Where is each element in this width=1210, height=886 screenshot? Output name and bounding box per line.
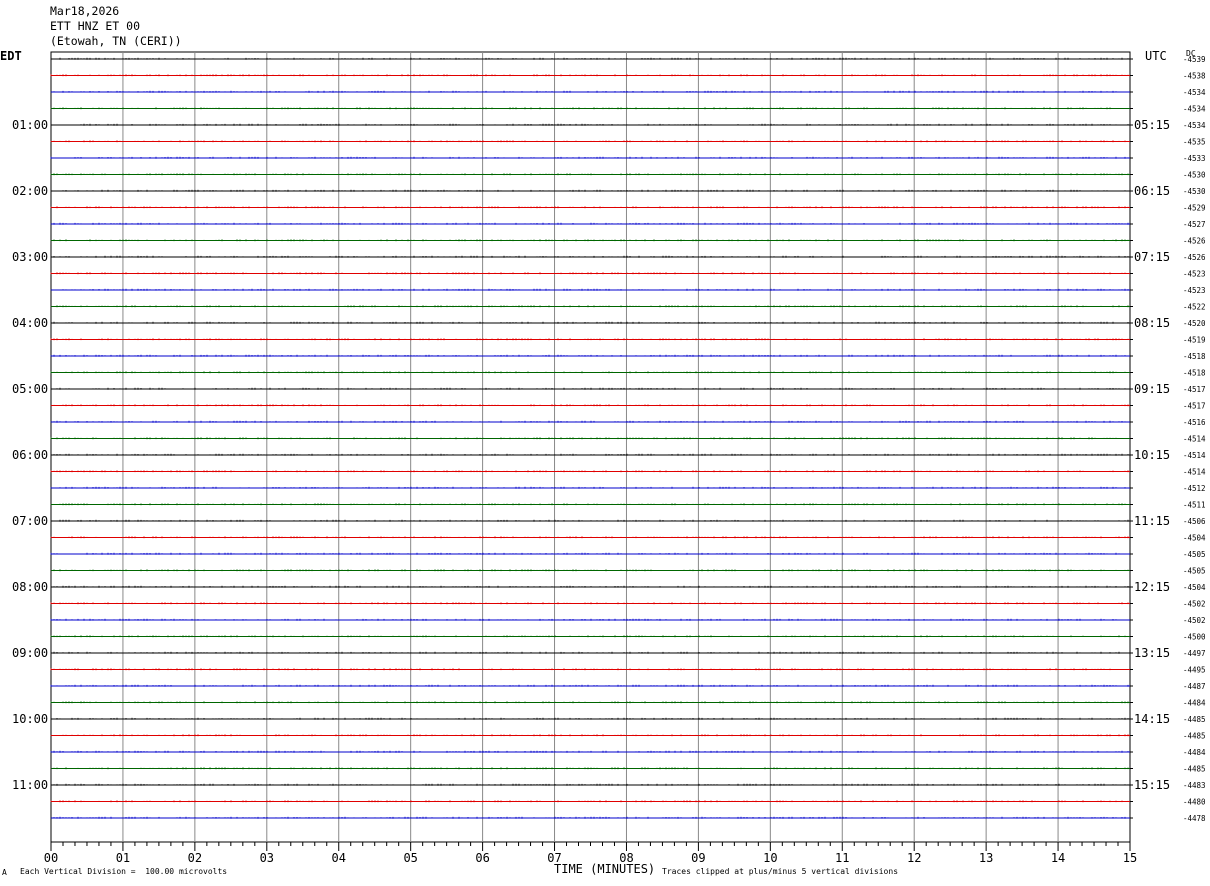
right-hour-label: 12:15	[1134, 580, 1170, 594]
right-hour-label: 05:15	[1134, 118, 1170, 132]
x-tick-label: 01	[116, 851, 130, 865]
x-tick-label: 12	[907, 851, 921, 865]
x-tick-label: 09	[691, 851, 705, 865]
dc-offset-label: -4534	[1183, 121, 1206, 130]
right-hour-label: 07:15	[1134, 250, 1170, 264]
dc-offset-label: -4485	[1183, 732, 1206, 741]
dc-offset-label: -4516	[1183, 418, 1206, 427]
helicorder-plot: -4539 -4538 -4534 -4534 -4534 -4535 -4533 -4530…	[12, 51, 1206, 865]
x-tick-label: 05	[403, 851, 417, 865]
dc-offset-label: -4533	[1183, 154, 1206, 163]
dc-offset-label: -4519	[1183, 336, 1206, 345]
right-hour-label: 14:15	[1134, 712, 1170, 726]
dc-offset-label: -4517	[1183, 402, 1206, 411]
dc-offset-label: -4530	[1183, 187, 1206, 196]
corner-mark: A	[2, 868, 7, 877]
dc-offset-label: -4523	[1183, 286, 1206, 295]
dc-offset-label: -4483	[1183, 781, 1206, 790]
dc-offset-label: -4504	[1183, 534, 1206, 543]
dc-offset-label: -4518	[1183, 352, 1206, 361]
left-hour-label: 08:00	[12, 580, 48, 594]
dc-offset-label: -4518	[1183, 369, 1206, 378]
dc-offset-label: -4534	[1183, 105, 1206, 114]
x-tick-label: 11	[835, 851, 849, 865]
dc-offset-label: -4500	[1183, 633, 1206, 642]
dc-offset-label: -4484	[1183, 748, 1206, 757]
dc-offset-label: -4526	[1183, 237, 1206, 246]
dc-offset-label: -4502	[1183, 600, 1206, 609]
x-tick-label: 15	[1123, 851, 1137, 865]
left-hour-label: 09:00	[12, 646, 48, 660]
clip-note: Traces clipped at plus/minus 5 vertical …	[662, 867, 899, 876]
dc-offset-label: -4478	[1183, 814, 1206, 823]
dc-offset-label: -4530	[1183, 171, 1206, 180]
dc-offset-label: -4505	[1183, 567, 1206, 576]
x-tick-label: 03	[260, 851, 274, 865]
dc-offset-label: -4484	[1183, 699, 1206, 708]
dc-offset-label: -4495	[1183, 666, 1206, 675]
left-hour-label: 06:00	[12, 448, 48, 462]
dc-offset-label: -4497	[1183, 649, 1206, 658]
right-hour-label: 08:15	[1134, 316, 1170, 330]
dc-offset-label: -4502	[1183, 616, 1206, 625]
right-hour-label: 13:15	[1134, 646, 1170, 660]
dc-offset-label: -4512	[1183, 484, 1206, 493]
x-tick-label: 00	[44, 851, 58, 865]
right-hour-label: 09:15	[1134, 382, 1170, 396]
dc-offset-label: -4505	[1183, 550, 1206, 559]
left-hour-label: 07:00	[12, 514, 48, 528]
dc-offset-label: -4522	[1183, 303, 1206, 312]
x-tick-label: 10	[763, 851, 777, 865]
dc-offset-label: -4529	[1183, 204, 1206, 213]
dc-offset-label: -4517	[1183, 385, 1206, 394]
dc-offset-label: -4514	[1183, 468, 1206, 477]
x-axis-title: TIME (MINUTES)	[554, 862, 656, 876]
dc-offset-label: -4514	[1183, 451, 1206, 460]
right-hour-label: 06:15	[1134, 184, 1170, 198]
dc-offset-label: -4506	[1183, 517, 1206, 526]
dc-offset-label: -4485	[1183, 715, 1206, 724]
scale-note: Each Vertical Division = 100.00 microvol…	[20, 867, 228, 876]
dc-offset-label: -4538	[1183, 72, 1206, 81]
plot-frame	[50, 51, 1131, 843]
left-hour-label: 03:00	[12, 250, 48, 264]
right-hour-label: 11:15	[1134, 514, 1170, 528]
dc-offset-label: -4504	[1183, 583, 1206, 592]
dc-offset-label: -4480	[1183, 798, 1206, 807]
dc-offset-label: -4535	[1183, 138, 1206, 147]
dc-offset-label: -4520	[1183, 319, 1206, 328]
left-hour-label: 11:00	[12, 778, 48, 792]
dc-offset-label: -4523	[1183, 270, 1206, 279]
x-tick-label: 13	[979, 851, 993, 865]
x-tick-label: 02	[188, 851, 202, 865]
dc-offset-label: -4527	[1183, 220, 1206, 229]
right-hour-label: 15:15	[1134, 778, 1170, 792]
dc-offset-label: -4526	[1183, 253, 1206, 262]
dc-offset-label: -4514	[1183, 435, 1206, 444]
left-hour-label: 02:00	[12, 184, 48, 198]
left-hour-label: 10:00	[12, 712, 48, 726]
dc-offset-label: -4485	[1183, 765, 1206, 774]
dc-offset-label: -4539	[1183, 55, 1206, 64]
dc-offset-label: -4534	[1183, 88, 1206, 97]
x-tick-label: 04	[332, 851, 346, 865]
left-hour-label: 05:00	[12, 382, 48, 396]
right-hour-label: 10:15	[1134, 448, 1170, 462]
left-hour-label: 04:00	[12, 316, 48, 330]
x-tick-label: 14	[1051, 851, 1065, 865]
dc-offset-label: -4511	[1183, 501, 1206, 510]
left-hour-label: 01:00	[12, 118, 48, 132]
dc-offset-label: -4487	[1183, 682, 1206, 691]
x-tick-label: 06	[475, 851, 489, 865]
